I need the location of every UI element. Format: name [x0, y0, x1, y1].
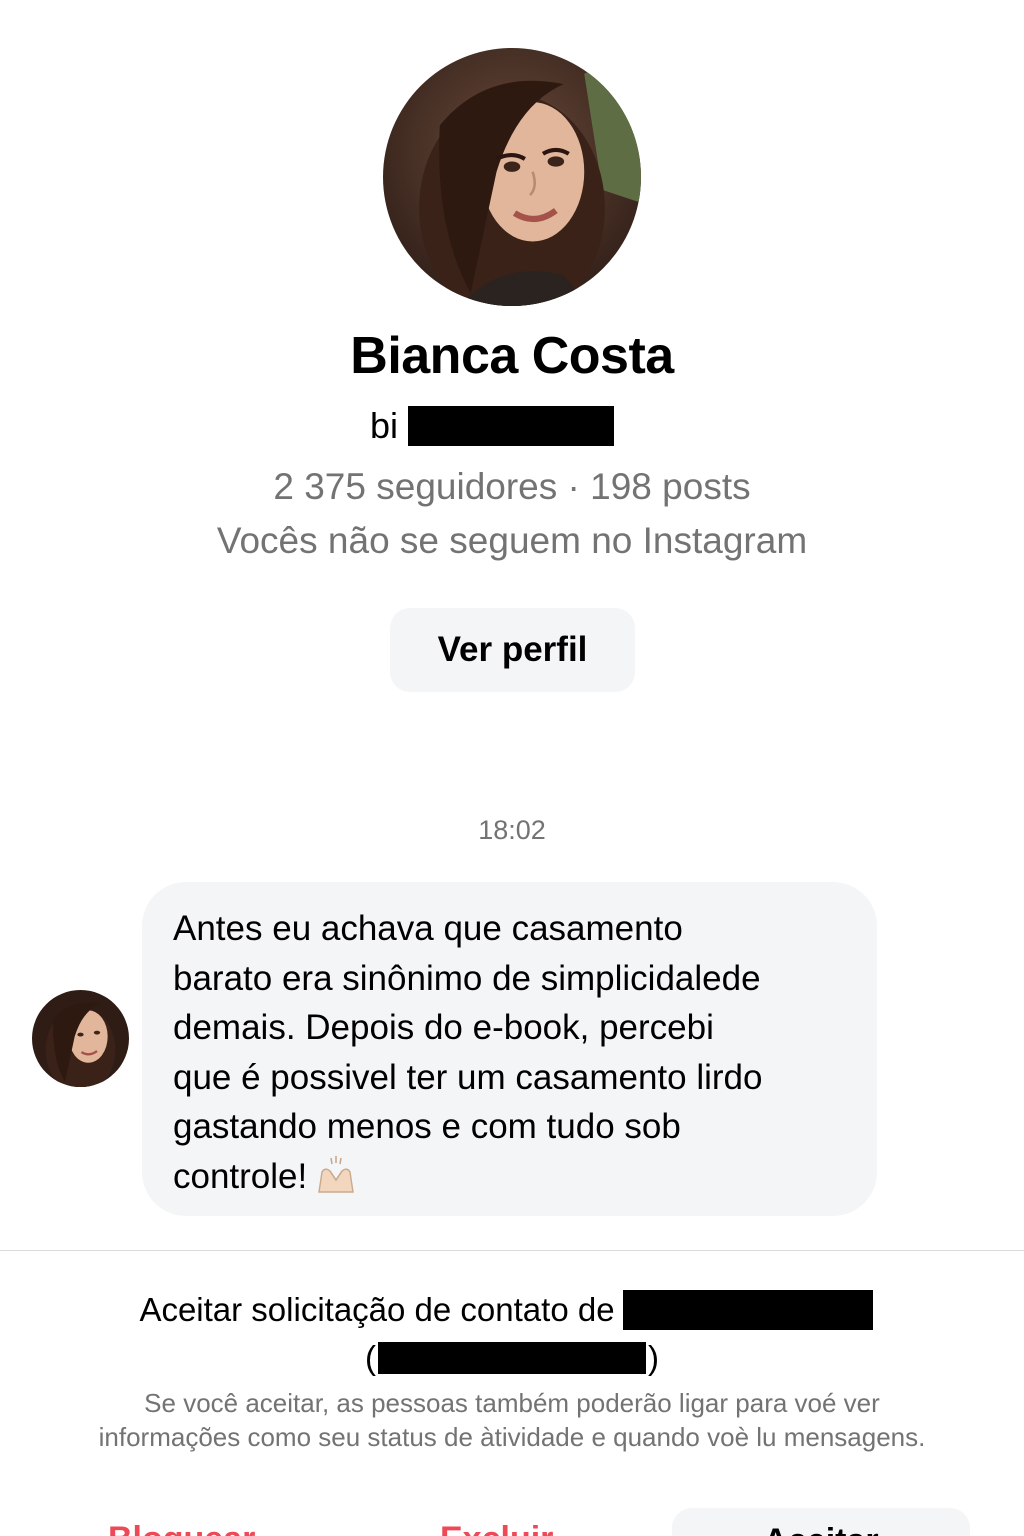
view-profile-button[interactable]: Ver perfil [390, 608, 635, 692]
mutual-follow-status: Vocês não se seguem no Instagram [216, 520, 808, 561]
profile-photo [383, 48, 641, 306]
sender-photo [32, 990, 129, 1087]
message-line: controle! [173, 1156, 308, 1196]
message-line: Antes eu achava que casamento [173, 909, 683, 948]
message-request-screen: Bianca Costa bi 2 375 seguidores · 198 p… [0, 0, 1024, 1536]
message-line: barato era sinônimo de simplicidalede [173, 958, 761, 998]
close-paren: ) [648, 1339, 659, 1376]
message-last-line: controle! [173, 1152, 847, 1212]
redacted-name [622, 1290, 873, 1330]
message-line: que é possivel ter um casamento lirdo [173, 1057, 763, 1097]
profile-avatar[interactable] [383, 48, 641, 306]
accept-button[interactable]: Aceitar [672, 1508, 970, 1536]
message-line: gastando menos e com tudo sob [173, 1107, 681, 1146]
message-bubble[interactable]: Antes eu achava que casamento barato era… [142, 882, 877, 1216]
request-disclaimer: Se você aceitar, as pessoas também poder… [98, 1388, 926, 1452]
block-button[interactable]: Bloquear [108, 1520, 255, 1536]
message-line: demais. Depois do e-book, percebi [173, 1008, 714, 1047]
handshake-icon [313, 1152, 359, 1212]
request-title: Aceitar solicitação de contato de [0, 1288, 1024, 1332]
open-paren: ( [365, 1339, 376, 1376]
delete-button[interactable]: Excluir [440, 1520, 553, 1536]
handle-prefix: bi [369, 405, 399, 446]
sender-avatar[interactable] [32, 990, 129, 1087]
profile-stats: 2 375 seguidores · 198 posts [0, 466, 1024, 508]
profile-name: Bianca Costa [350, 327, 674, 385]
redacted-username [378, 1342, 646, 1374]
profile-handle: bi [0, 404, 1024, 448]
stats-separator: · [567, 466, 580, 507]
request-subtitle: ( ) [0, 1337, 1024, 1379]
request-title-text: Aceitar solicitação de contato de [139, 1291, 615, 1328]
divider [0, 1250, 1024, 1251]
posts-count: 198 posts [590, 466, 751, 507]
redacted-handle [408, 406, 615, 446]
message-timestamp: 18:02 [478, 815, 546, 845]
followers-count: 2 375 seguidores [273, 466, 558, 507]
accept-label: Aceitar [763, 1522, 878, 1536]
